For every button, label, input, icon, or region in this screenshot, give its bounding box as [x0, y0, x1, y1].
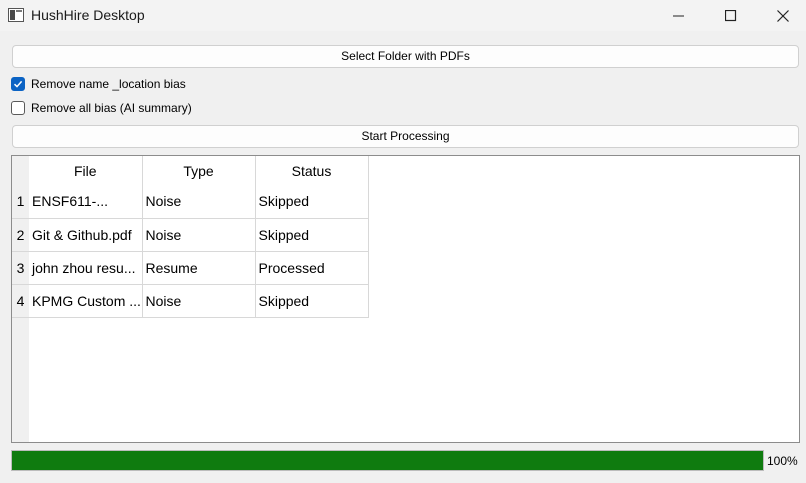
type-cell[interactable]: Noise [142, 218, 256, 252]
minimize-button[interactable] [656, 0, 702, 31]
row-number[interactable]: 4 [12, 284, 29, 318]
table-header-row: File Type Status [12, 156, 369, 185]
column-header-file[interactable]: File [29, 156, 143, 185]
status-cell[interactable]: Skipped [255, 185, 369, 219]
checkmark-icon [13, 80, 23, 88]
row-number[interactable]: 1 [12, 185, 29, 219]
progress-bar-fill [12, 451, 763, 470]
remove-name-location-label: Remove name _location bias [31, 77, 186, 91]
file-cell[interactable]: Git & Github.pdf [29, 218, 143, 252]
table-row[interactable]: 2 Git & Github.pdf Noise Skipped [12, 218, 369, 252]
progress-bar [11, 450, 764, 471]
table-row[interactable]: 3 john zhou resu... Resume Processed [12, 251, 369, 285]
remove-name-location-checkbox[interactable] [11, 77, 25, 91]
column-header-type[interactable]: Type [142, 156, 256, 185]
file-cell[interactable]: john zhou resu... [29, 251, 143, 285]
minimize-icon [673, 15, 684, 16]
remove-all-bias-checkbox[interactable] [11, 101, 25, 115]
table-row[interactable]: 1 ENSF611-... Noise Skipped [12, 185, 369, 219]
title-bar: HushHire Desktop [0, 0, 806, 31]
select-folder-button[interactable]: Select Folder with PDFs [12, 45, 799, 68]
app-window-icon [8, 8, 24, 22]
column-header-status[interactable]: Status [255, 156, 369, 185]
row-number[interactable]: 3 [12, 251, 29, 285]
remove-all-bias-option[interactable]: Remove all bias (AI summary) [11, 100, 192, 116]
table-corner[interactable] [12, 156, 29, 185]
type-cell[interactable]: Noise [142, 284, 256, 318]
remove-all-bias-label: Remove all bias (AI summary) [31, 101, 192, 115]
file-cell[interactable]: KPMG Custom ... [29, 284, 143, 318]
maximize-icon [725, 9, 737, 21]
table-row[interactable]: 4 KPMG Custom ... Noise Skipped [12, 284, 369, 318]
remove-name-location-option[interactable]: Remove name _location bias [11, 76, 186, 92]
start-processing-button[interactable]: Start Processing [12, 125, 799, 148]
row-number[interactable]: 2 [12, 218, 29, 252]
progress-percent-label: 100% [767, 454, 798, 468]
window-title: HushHire Desktop [31, 7, 145, 23]
close-icon [777, 9, 789, 22]
maximize-button[interactable] [708, 0, 754, 31]
type-cell[interactable]: Noise [142, 185, 256, 219]
results-table[interactable]: File Type Status 1 ENSF611-... Noise Ski… [11, 155, 800, 443]
file-cell[interactable]: ENSF611-... [29, 185, 143, 219]
close-button[interactable] [760, 0, 806, 31]
status-cell[interactable]: Processed [255, 251, 369, 285]
type-cell[interactable]: Resume [142, 251, 256, 285]
status-cell[interactable]: Skipped [255, 284, 369, 318]
status-cell[interactable]: Skipped [255, 218, 369, 252]
results-grid: File Type Status 1 ENSF611-... Noise Ski… [12, 156, 369, 318]
